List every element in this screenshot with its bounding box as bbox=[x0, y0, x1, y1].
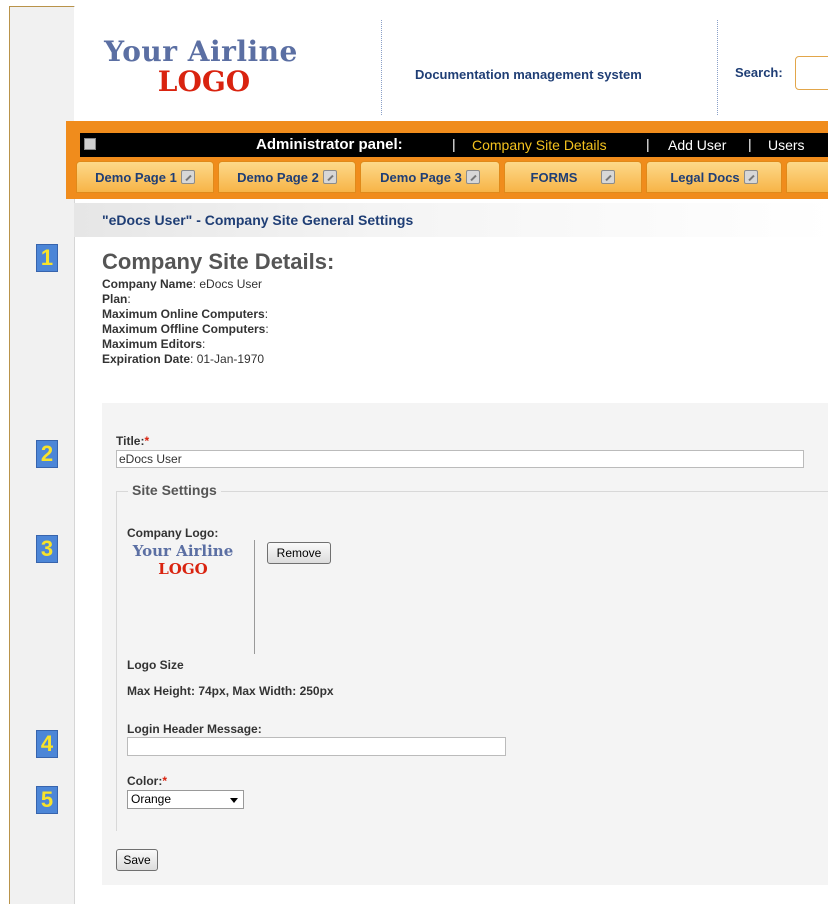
tab-legal-docs[interactable]: Legal Docs bbox=[646, 161, 782, 193]
title-input[interactable]: eDocs User bbox=[116, 450, 804, 468]
separator: | bbox=[452, 136, 456, 152]
tab-label: Demo Page 1 bbox=[95, 169, 177, 185]
logo-size-label: Logo Size bbox=[127, 658, 184, 672]
info-row: Maximum Online Computers: bbox=[102, 307, 269, 322]
admin-bar: Administrator panel: | Company Site Deta… bbox=[80, 133, 828, 157]
tab-demo-page-1[interactable]: Demo Page 1 bbox=[76, 161, 214, 193]
fieldset-border bbox=[116, 491, 117, 831]
tab-label: Legal Docs bbox=[670, 169, 740, 185]
admin-link-add-user[interactable]: Add User bbox=[668, 137, 726, 153]
airline-logo[interactable]: Your Airline LOGO bbox=[92, 37, 310, 97]
admin-link-company-site-details[interactable]: Company Site Details bbox=[472, 137, 607, 153]
save-button[interactable]: Save bbox=[116, 849, 158, 871]
logo-line-2: LOGO bbox=[157, 65, 251, 98]
edit-icon[interactable] bbox=[84, 138, 96, 150]
logo-line-2: LOGO bbox=[158, 560, 208, 578]
info-row: Maximum Editors: bbox=[102, 337, 269, 352]
admin-panel-title: Administrator panel: bbox=[256, 136, 403, 153]
tab-more[interactable] bbox=[786, 161, 828, 193]
company-logo-label: Company Logo: bbox=[127, 526, 219, 540]
info-row: Company Name: eDocs User bbox=[102, 277, 269, 292]
required-mark: * bbox=[162, 774, 167, 788]
info-label: Maximum Editors bbox=[102, 337, 203, 351]
search-input[interactable] bbox=[795, 56, 828, 90]
info-label: Plan bbox=[102, 292, 128, 306]
step-marker: 5 bbox=[36, 786, 58, 814]
chevron-down-icon bbox=[230, 798, 238, 803]
system-title: Documentation management system bbox=[415, 67, 642, 82]
step-marker: 4 bbox=[36, 730, 58, 758]
info-label: Maximum Offline Computers bbox=[102, 322, 266, 336]
edit-icon[interactable] bbox=[322, 170, 337, 184]
edit-icon[interactable] bbox=[465, 170, 480, 184]
edit-icon[interactable] bbox=[601, 170, 616, 184]
title-label: Title:* bbox=[116, 434, 150, 448]
info-row: Expiration Date: 01-Jan-1970 bbox=[102, 352, 269, 367]
company-info: Company Name: eDocs User Plan: Maximum O… bbox=[102, 277, 269, 367]
tab-forms[interactable]: FORMS bbox=[504, 161, 642, 193]
company-logo-image: Your Airline LOGO bbox=[127, 542, 239, 578]
tab-label: FORMS bbox=[530, 169, 578, 185]
separator: | bbox=[646, 136, 650, 152]
logo-line-1: Your Airline bbox=[104, 35, 298, 68]
color-label: Color:* bbox=[127, 774, 167, 788]
step-marker: 2 bbox=[36, 440, 58, 468]
tab-demo-page-3[interactable]: Demo Page 3 bbox=[360, 161, 500, 193]
required-mark: * bbox=[144, 434, 150, 448]
remove-logo-button[interactable]: Remove bbox=[267, 542, 331, 564]
edit-icon[interactable] bbox=[180, 170, 195, 184]
info-value: : bbox=[202, 337, 206, 351]
tab-label: Demo Page 3 bbox=[380, 169, 462, 185]
info-label: Company Name bbox=[102, 277, 193, 291]
page-title: Company Site Details: bbox=[102, 249, 335, 274]
logo-divider bbox=[254, 540, 255, 654]
header-divider bbox=[717, 20, 718, 115]
tab-label: Demo Page 2 bbox=[237, 169, 319, 185]
step-marker: 1 bbox=[36, 244, 58, 272]
login-header-label: Login Header Message: bbox=[127, 722, 262, 736]
header-divider bbox=[381, 20, 382, 115]
info-label: Expiration Date bbox=[102, 352, 191, 366]
info-row: Maximum Offline Computers: bbox=[102, 322, 269, 337]
tab-demo-page-2[interactable]: Demo Page 2 bbox=[218, 161, 356, 193]
step-marker: 3 bbox=[36, 535, 58, 563]
logo-size-value: Max Height: 74px, Max Width: 250px bbox=[127, 684, 334, 698]
site-settings-legend: Site Settings bbox=[128, 482, 221, 498]
info-value: : 01-Jan-1970 bbox=[190, 352, 265, 366]
info-label: Maximum Online Computers bbox=[102, 307, 265, 321]
logo-line-1: Your Airline bbox=[132, 542, 234, 560]
fieldset-border bbox=[116, 491, 828, 492]
info-value: : eDocs User bbox=[192, 277, 263, 291]
info-value: : bbox=[127, 292, 131, 306]
section-header: "eDocs User" - Company Site General Sett… bbox=[74, 203, 828, 237]
color-select[interactable]: Orange bbox=[127, 790, 244, 809]
info-value: : bbox=[264, 307, 269, 321]
admin-link-users[interactable]: Users bbox=[768, 137, 805, 153]
section-title: "eDocs User" - Company Site General Sett… bbox=[102, 212, 414, 228]
login-header-input[interactable] bbox=[127, 737, 506, 756]
search-label: Search: bbox=[735, 65, 783, 80]
info-row: Plan: bbox=[102, 292, 269, 307]
edit-icon[interactable] bbox=[743, 170, 758, 184]
info-value: : bbox=[265, 322, 269, 336]
separator: | bbox=[748, 136, 752, 152]
color-select-value: Orange bbox=[131, 792, 172, 806]
settings-form bbox=[102, 403, 828, 885]
